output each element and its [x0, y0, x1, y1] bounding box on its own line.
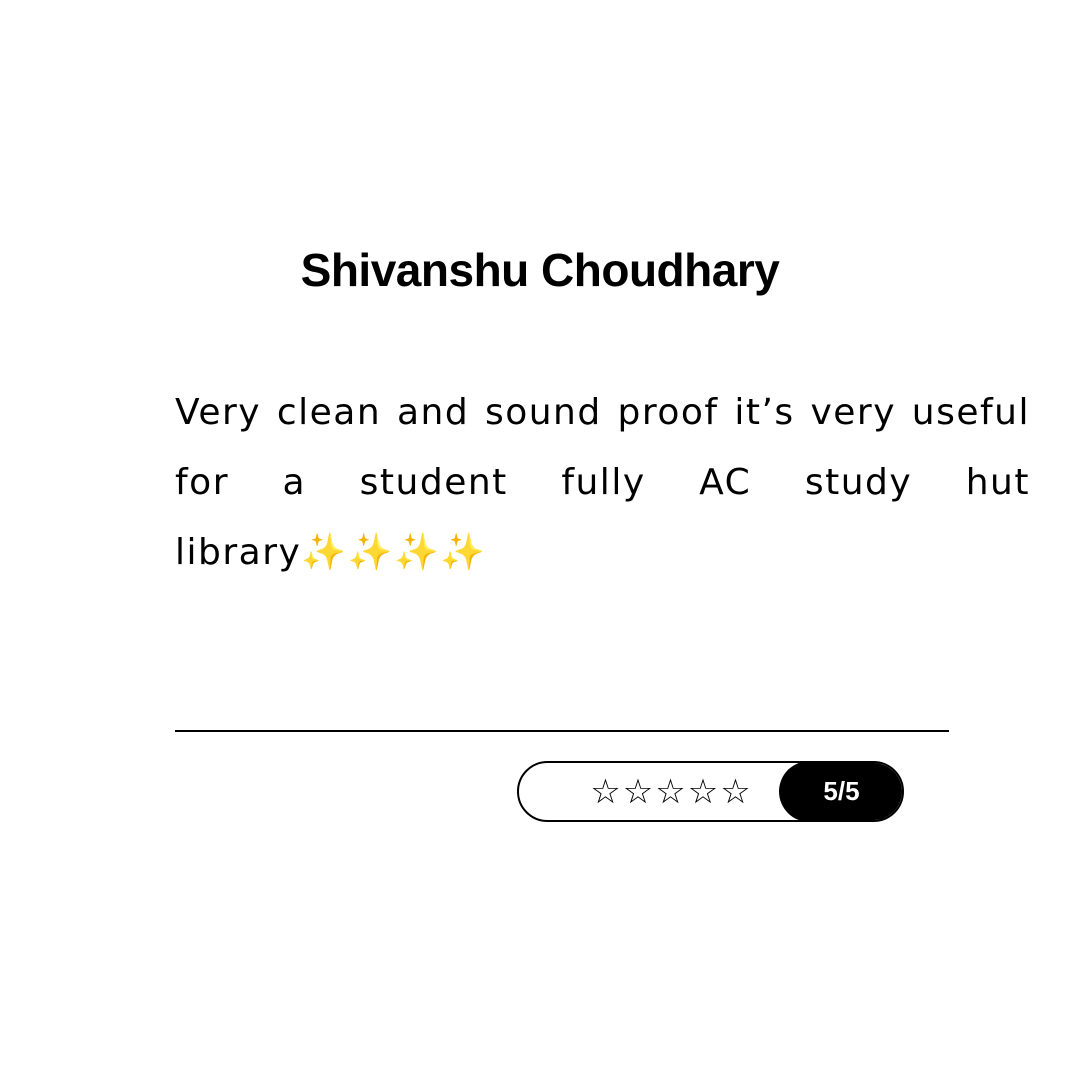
rating-score: 5/5 [779, 763, 902, 820]
divider [175, 730, 949, 732]
review-text: Very clean and sound proof it’s very use… [175, 392, 1030, 573]
rating-badge: ☆☆☆☆☆ 5/5 [517, 761, 904, 822]
reviewer-name: Shivanshu Choudhary [300, 244, 780, 296]
review-card: Shivanshu Choudhary Very clean and sound… [0, 0, 1080, 1080]
